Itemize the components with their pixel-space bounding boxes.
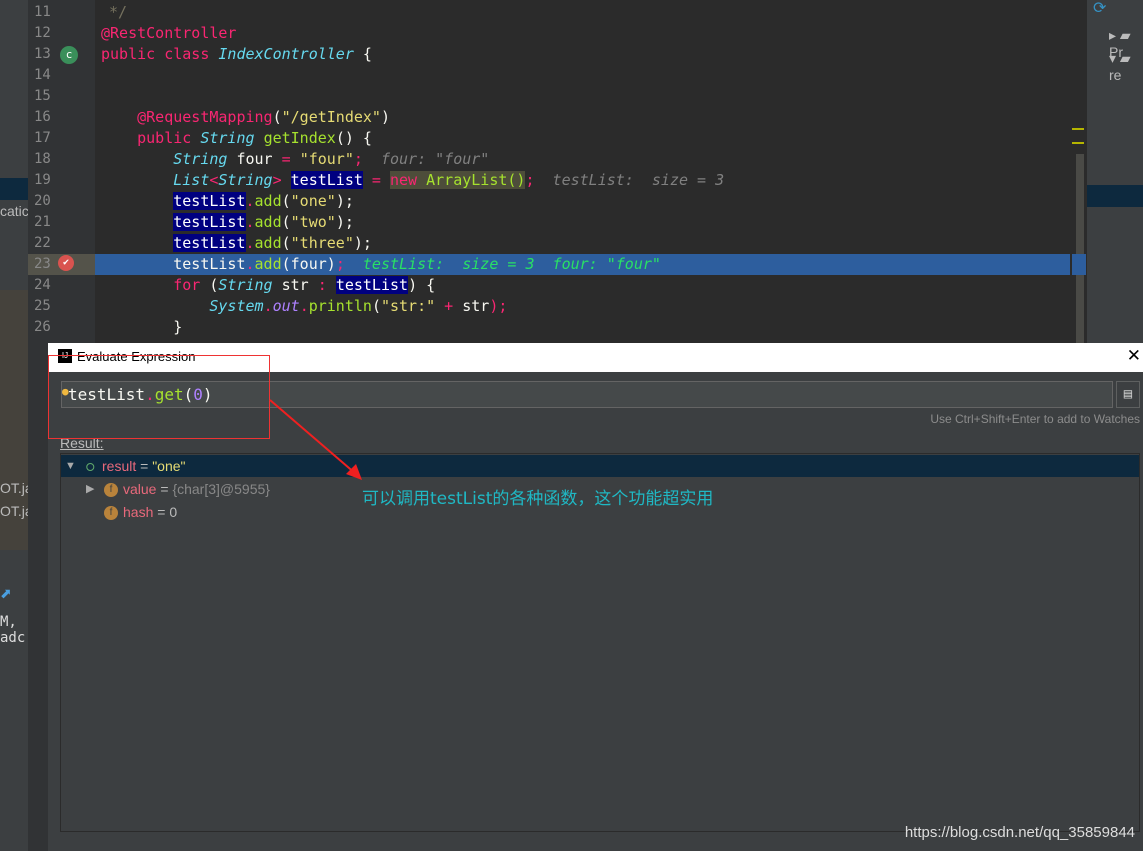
annotation-text: 可以调用testList的各种函数，这个功能超实用 xyxy=(362,489,714,509)
annotation-arrow xyxy=(269,399,362,480)
watermark: https://blog.csdn.net/qq_35859844 xyxy=(904,824,1135,841)
